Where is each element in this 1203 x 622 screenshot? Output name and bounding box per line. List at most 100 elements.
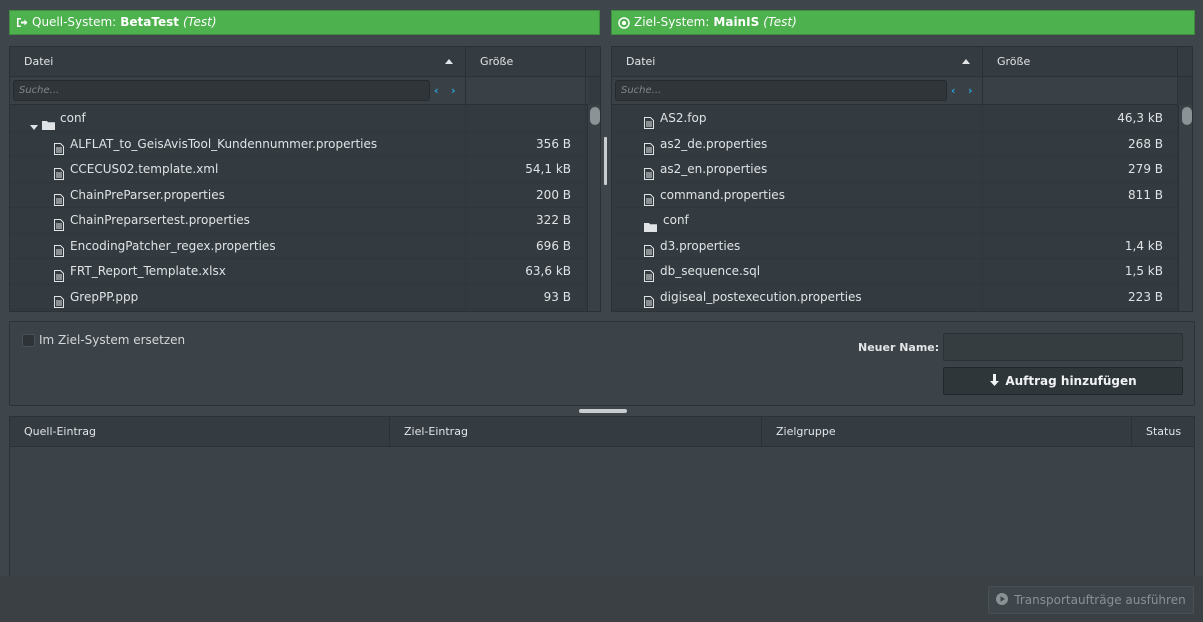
file-icon xyxy=(54,215,64,233)
transport-jobs-table: Quell-Eintrag Ziel-Eintrag Zielgruppe St… xyxy=(9,416,1195,576)
file-name: GrepPP.ppp xyxy=(70,289,139,304)
target-system-env: (Test) xyxy=(763,15,797,29)
file-icon xyxy=(54,164,64,182)
source-grid-header: Datei Größe xyxy=(10,47,588,77)
source-file-grid: Datei Größe ‹ › conf ALFLAT_to_GeisAvisTo… xyxy=(9,46,601,312)
file-name-cell: CCECUS02.template.xml xyxy=(10,157,466,182)
file-icon xyxy=(644,113,654,131)
target-search-input[interactable] xyxy=(615,80,947,101)
file-icon xyxy=(54,292,64,310)
new-name-label: Neuer Name: xyxy=(858,341,940,354)
file-name-cell: ChainPreParser.properties xyxy=(10,182,466,207)
file-size-cell: 200 B xyxy=(466,182,586,207)
source-scroll-thumb[interactable] xyxy=(590,107,600,125)
file-size-cell: 93 B xyxy=(466,284,586,309)
target-filter-size-cell xyxy=(983,77,1178,105)
target-col-size[interactable]: Größe xyxy=(983,47,1178,77)
chevron-left-icon[interactable]: ‹ xyxy=(434,84,439,97)
chevron-right-icon[interactable]: › xyxy=(451,84,456,97)
target-col-size-label: Größe xyxy=(997,55,1031,68)
file-row[interactable]: EncodingPatcher_regex.properties 696 B xyxy=(10,233,586,259)
run-transports-label: Transportaufträge ausführen xyxy=(1014,593,1186,607)
file-size-cell: 322 B xyxy=(466,208,586,233)
replace-checkbox-label[interactable]: Im Ziel-System ersetzen xyxy=(39,333,185,347)
jobs-col-group[interactable]: Zielgruppe xyxy=(762,417,1132,447)
source-col-file[interactable]: Datei xyxy=(10,47,466,77)
source-filter-cell: ‹ › xyxy=(10,77,466,105)
jobs-col-source[interactable]: Quell-Eintrag xyxy=(10,417,390,447)
arrow-down-icon xyxy=(989,373,1000,389)
source-col-size-label: Größe xyxy=(480,55,514,68)
file-row[interactable]: command.properties 811 B xyxy=(612,182,1178,208)
file-name-cell: AS2.fop xyxy=(612,106,983,131)
file-name: CCECUS02.template.xml xyxy=(70,162,219,176)
file-size-cell: 356 B xyxy=(466,131,586,156)
file-row[interactable]: db_sequence.sql 1,5 kB xyxy=(612,259,1178,285)
file-size-cell: 1,4 kB xyxy=(983,233,1178,258)
replace-checkbox[interactable] xyxy=(22,334,35,347)
target-system-name: MainIS xyxy=(713,15,760,29)
jobs-col-target[interactable]: Ziel-Eintrag xyxy=(390,417,762,447)
file-row[interactable]: as2_de.properties 268 B xyxy=(612,131,1178,157)
source-system-name: BetaTest xyxy=(120,15,179,29)
file-row[interactable]: AS2.fop 46,3 kB xyxy=(612,106,1178,132)
file-name-cell: GrepPP.ppp xyxy=(10,284,466,310)
file-name-cell: FRT_Report_Template.xlsx xyxy=(10,259,466,284)
file-name: AS2.fop xyxy=(660,111,707,125)
file-row[interactable]: digiseal_postexecution.properties 223 B xyxy=(612,284,1178,310)
file-name-cell: ALFLAT_to_GeisAvisTool_Kundennummer.prop… xyxy=(10,131,466,156)
file-size-cell: 1,5 kB xyxy=(983,259,1178,284)
file-name-cell: as2_de.properties xyxy=(612,131,983,156)
file-size-cell: 46,3 kB xyxy=(983,106,1178,131)
source-header-scroll-corner xyxy=(588,47,600,77)
file-row[interactable]: ChainPreparsertest.properties 322 B xyxy=(10,208,586,234)
caret-down-icon[interactable] xyxy=(30,115,38,131)
file-row[interactable]: CCECUS02.template.xml 54,1 kB xyxy=(10,157,586,183)
source-system-bar: Quell-System: BetaTest (Test) xyxy=(9,10,600,35)
file-row[interactable]: GrepPP.ppp 93 B xyxy=(10,284,586,310)
target-grid-header: Datei Größe xyxy=(612,47,1178,77)
jobs-col-group-label: Zielgruppe xyxy=(776,425,836,438)
vertical-splitter-handle[interactable] xyxy=(579,409,627,413)
file-row[interactable]: d3.properties 1,4 kB xyxy=(612,233,1178,259)
source-scrollbar[interactable] xyxy=(587,105,600,311)
file-row[interactable]: ALFLAT_to_GeisAvisTool_Kundennummer.prop… xyxy=(10,131,586,157)
file-icon xyxy=(54,266,64,284)
target-scroll-thumb[interactable] xyxy=(1182,107,1192,125)
chevron-left-icon[interactable]: ‹ xyxy=(951,84,956,97)
jobs-col-target-label: Ziel-Eintrag xyxy=(404,425,468,438)
target-circle-icon xyxy=(618,16,630,29)
file-name: d3.properties xyxy=(660,238,741,253)
file-name-cell: digiseal_postexecution.properties xyxy=(612,284,983,309)
file-icon xyxy=(644,266,654,284)
file-name: as2_de.properties xyxy=(660,136,768,151)
panel-splitter-handle[interactable] xyxy=(604,137,607,185)
source-search-input[interactable] xyxy=(13,80,430,101)
jobs-col-source-label: Quell-Eintrag xyxy=(24,425,97,438)
source-col-size[interactable]: Größe xyxy=(466,47,586,77)
file-row[interactable]: conf xyxy=(612,208,1178,234)
file-row[interactable]: as2_en.properties 279 B xyxy=(612,157,1178,183)
target-col-file-label: Datei xyxy=(626,55,656,68)
file-row[interactable]: conf xyxy=(10,106,586,132)
file-name: as2_en.properties xyxy=(660,162,768,176)
source-rows: conf ALFLAT_to_GeisAvisTool_Kundennummer.… xyxy=(10,106,586,310)
add-job-button[interactable]: Auftrag hinzufügen xyxy=(943,367,1183,395)
new-name-input[interactable] xyxy=(943,333,1183,361)
file-row[interactable]: ChainPreParser.properties 200 B xyxy=(10,182,586,208)
file-name: db_sequence.sql xyxy=(660,264,761,278)
file-size-cell: 223 B xyxy=(983,284,1178,309)
target-scrollbar[interactable] xyxy=(1178,105,1192,311)
source-filter-size-cell xyxy=(466,77,586,105)
file-name-cell: ChainPreparsertest.properties xyxy=(10,208,466,233)
file-row[interactable]: FRT_Report_Template.xlsx 63,6 kB xyxy=(10,259,586,285)
chevron-right-icon[interactable]: › xyxy=(968,84,973,97)
target-col-file[interactable]: Datei xyxy=(612,47,983,77)
file-name-cell: db_sequence.sql xyxy=(612,259,983,284)
run-transports-button[interactable]: Transportaufträge ausführen xyxy=(988,586,1194,614)
file-icon xyxy=(644,190,654,208)
jobs-col-status[interactable]: Status xyxy=(1132,417,1194,447)
file-name: digiseal_postexecution.properties xyxy=(660,289,862,304)
file-name-cell: conf xyxy=(612,208,983,233)
file-size-cell: 268 B xyxy=(983,131,1178,156)
